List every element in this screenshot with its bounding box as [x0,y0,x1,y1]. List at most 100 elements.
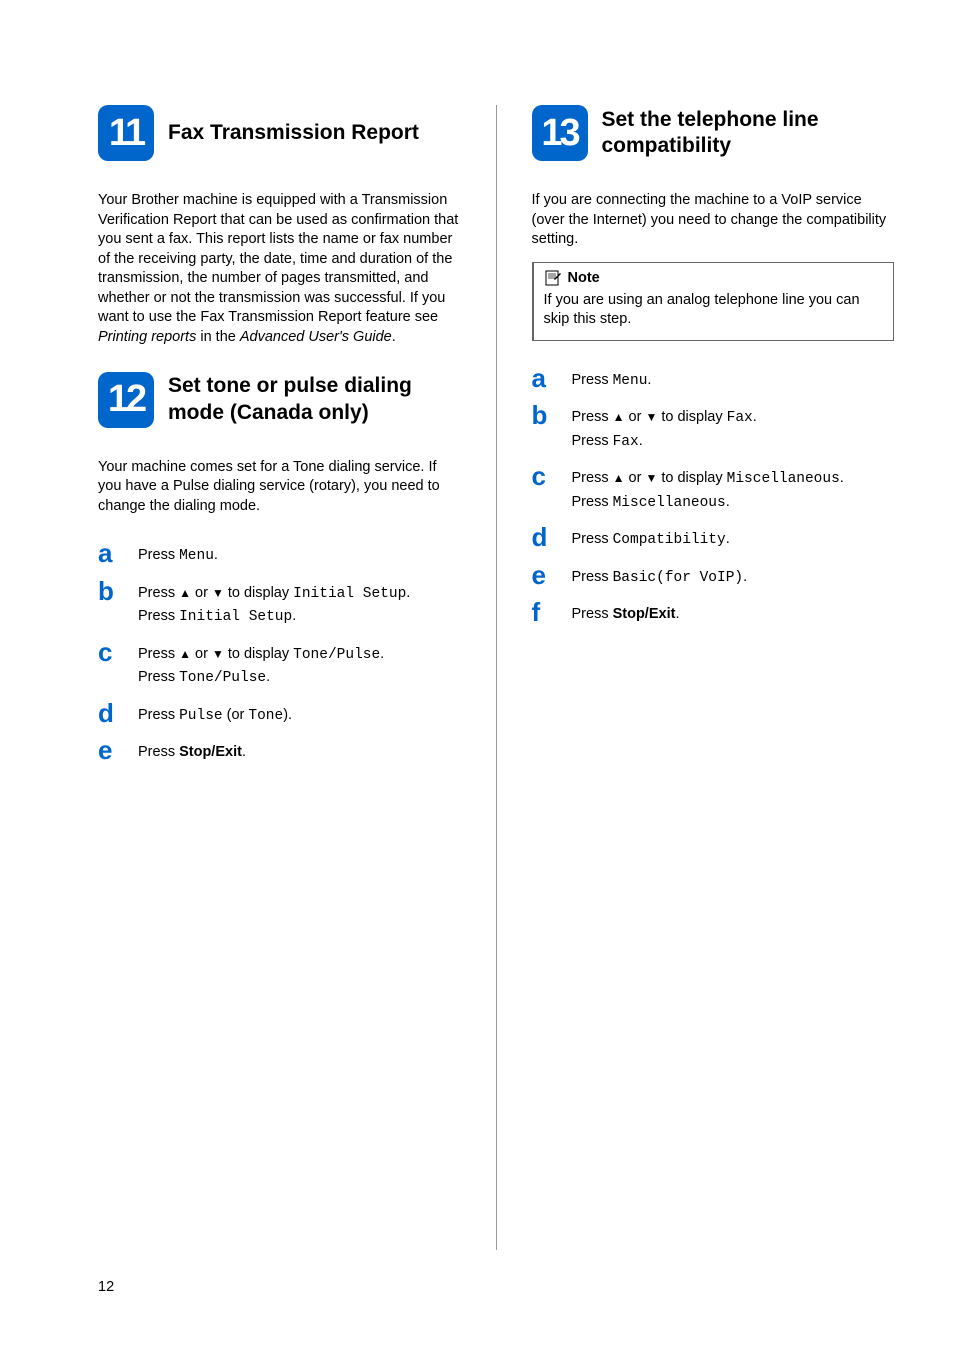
text: . [242,744,246,760]
step-content: Press Stop/Exit. [572,599,680,626]
step-12-b: b Press ▲ or ▼ to display Initial Setup.… [98,578,461,629]
text: . [743,569,747,585]
text: Press [138,585,179,601]
section-11-title: Fax Transmission Report [168,120,419,146]
section-11-header: 11 Fax Transmission Report [98,105,461,161]
mono-text: Initial Setup [293,586,406,602]
mono-text: Tone/Pulse [179,670,266,686]
text: . [639,433,643,449]
mono-text: Tone/Pulse [293,647,380,663]
text: Press [572,531,613,547]
text: . [840,470,844,486]
up-arrow-icon: ▲ [613,410,625,424]
section-13-body: If you are connecting the machine to a V… [532,191,895,250]
text: to display [657,470,726,486]
bold-text: Stop/Exit [613,606,676,622]
up-arrow-icon: ▲ [179,586,191,600]
text: . [753,409,757,425]
down-arrow-icon: ▼ [212,647,224,661]
bold-text: Stop/Exit [179,744,242,760]
text: . [726,494,730,510]
text: Press [572,409,613,425]
section-12-body: Your machine comes set for a Tone dialin… [98,458,461,517]
text: Press [138,646,179,662]
step-13-e: e Press Basic(for VoIP). [532,562,895,589]
text: Press [138,608,179,624]
page-number: 12 [98,1279,114,1295]
up-arrow-icon: ▲ [179,647,191,661]
step-letter-e: e [98,737,138,764]
text: . [266,669,270,685]
step-content: Press Menu. [572,365,652,392]
text: Press [572,606,613,622]
text: or [624,470,645,486]
mono-text: Miscellaneous [613,495,726,511]
step-13-a: a Press Menu. [532,365,895,392]
left-column: 11 Fax Transmission Report Your Brother … [98,105,461,1250]
mono-text: Compatibility [613,532,726,548]
step-letter-e: e [532,562,572,589]
step-content: Press Basic(for VoIP). [572,562,748,589]
section-12-title: Set tone or pulse dialing mode (Canada o… [168,373,461,426]
text: to display [657,409,726,425]
step-12-e: e Press Stop/Exit. [98,737,461,764]
step-12-a: a Press Menu. [98,540,461,567]
text: ). [283,707,292,723]
text: . [406,585,410,601]
text: Press [138,744,179,760]
text: Press [572,470,613,486]
step-letter-c: c [98,639,138,690]
step-content: Press ▲ or ▼ to display Miscellaneous. P… [572,463,844,514]
text: . [380,646,384,662]
page-content: 11 Fax Transmission Report Your Brother … [0,0,954,1250]
step-badge-11: 11 [98,105,154,161]
text: Press [572,494,613,510]
step-letter-f: f [532,599,572,626]
step-13-b: b Press ▲ or ▼ to display Fax. Press Fax… [532,402,895,453]
step-content: Press Compatibility. [572,524,730,551]
section-13-header: 13 Set the telephone line compatibility [532,105,895,161]
text: . [214,547,218,563]
text: . [675,606,679,622]
section-11-body: Your Brother machine is equipped with a … [98,191,461,348]
note-header: Note [544,269,884,287]
mono-text: Fax [613,434,639,450]
text: or [624,409,645,425]
step-letter-b: b [98,578,138,629]
mono-text: Initial Setup [179,609,292,625]
text: or [191,646,212,662]
step-badge-13: 13 [532,105,588,161]
step-letter-d: d [98,700,138,727]
step-content: Press Pulse (or Tone). [138,700,292,727]
mono-text: Menu [613,373,648,389]
step-content: Press ▲ or ▼ to display Tone/Pulse. Pres… [138,639,384,690]
text: Press [138,669,179,685]
text: . [292,608,296,624]
step-content: Press ▲ or ▼ to display Fax. Press Fax. [572,402,757,453]
step-letter-c: c [532,463,572,514]
step-13-f: f Press Stop/Exit. [532,599,895,626]
column-divider [496,105,497,1250]
section-12-header: 12 Set tone or pulse dialing mode (Canad… [98,372,461,428]
note-icon [544,269,562,287]
section-13-title: Set the telephone line compatibility [602,107,895,160]
step-13-d: d Press Compatibility. [532,524,895,551]
text: to display [224,646,293,662]
text: or [191,585,212,601]
mono-text: Menu [179,548,214,564]
mono-text: Tone [248,708,283,724]
down-arrow-icon: ▼ [212,586,224,600]
step-letter-a: a [532,365,572,392]
text: . [726,531,730,547]
note-text: If you are using an analog telephone lin… [544,291,884,330]
up-arrow-icon: ▲ [613,471,625,485]
mono-text: Basic(for VoIP) [613,570,744,586]
mono-text: Pulse [179,708,223,724]
step-letter-d: d [532,524,572,551]
step-letter-a: a [98,540,138,567]
body-italic-2: Advanced User's Guide [240,329,392,345]
text: Press [572,433,613,449]
step-badge-12: 12 [98,372,154,428]
text: Press [572,569,613,585]
step-12-c: c Press ▲ or ▼ to display Tone/Pulse. Pr… [98,639,461,690]
